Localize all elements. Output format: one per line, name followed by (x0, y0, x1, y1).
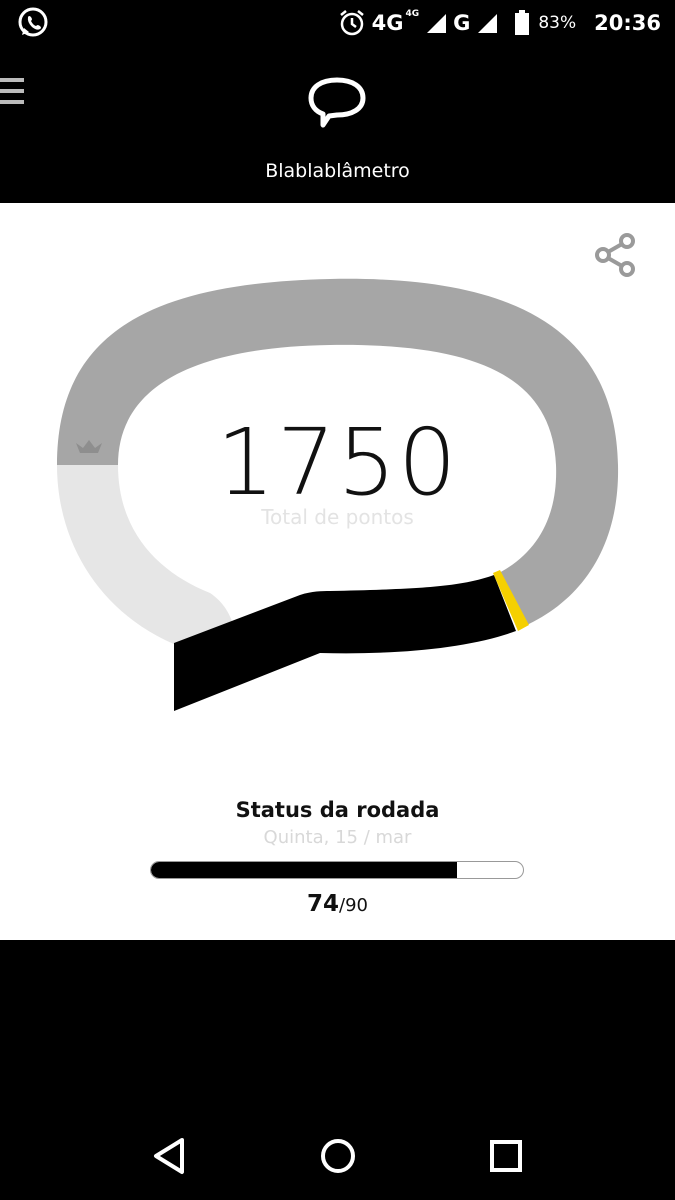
network-small-label: 4G (405, 9, 420, 19)
menu-icon[interactable] (0, 78, 26, 112)
round-progress-text: 74/90 (0, 891, 675, 917)
signal-icon (478, 14, 498, 33)
status-bar: 4G 4G G 83% 20:36 (0, 0, 675, 48)
back-icon[interactable] (148, 1134, 192, 1178)
status-icons: 4G 4G G 83% 20:36 (338, 8, 661, 38)
round-date: Quinta, 15 / mar (263, 827, 412, 848)
home-icon[interactable] (316, 1134, 360, 1178)
whatsapp-icon (18, 7, 48, 37)
network-secondary-label: G (453, 11, 471, 35)
battery-percent: 83% (538, 13, 577, 33)
battery-icon (515, 10, 530, 35)
round-progress-current: 74 (307, 891, 340, 917)
round-progress-max: /90 (339, 895, 368, 916)
alarm-icon (339, 10, 364, 36)
clock: 20:36 (594, 11, 661, 35)
round-progress-bar (150, 861, 524, 879)
signal-icon (427, 14, 447, 33)
recents-icon[interactable] (484, 1134, 528, 1178)
page-title: Blablablâmetro (265, 160, 410, 182)
network-type-label: 4G (371, 11, 404, 35)
app-header: Blablablâmetro (0, 48, 675, 203)
score-value: 1750 (216, 409, 459, 516)
speech-bubble-icon (308, 77, 366, 128)
score-label: Total de pontos (261, 505, 414, 529)
meter-fill (174, 575, 516, 711)
meter-card: 1750 Total de pontos Status da rodada Qu… (0, 203, 675, 940)
round-progress-fill (151, 862, 457, 878)
round-status-title: Status da rodada (235, 798, 440, 822)
navigation-bar (0, 1112, 675, 1200)
